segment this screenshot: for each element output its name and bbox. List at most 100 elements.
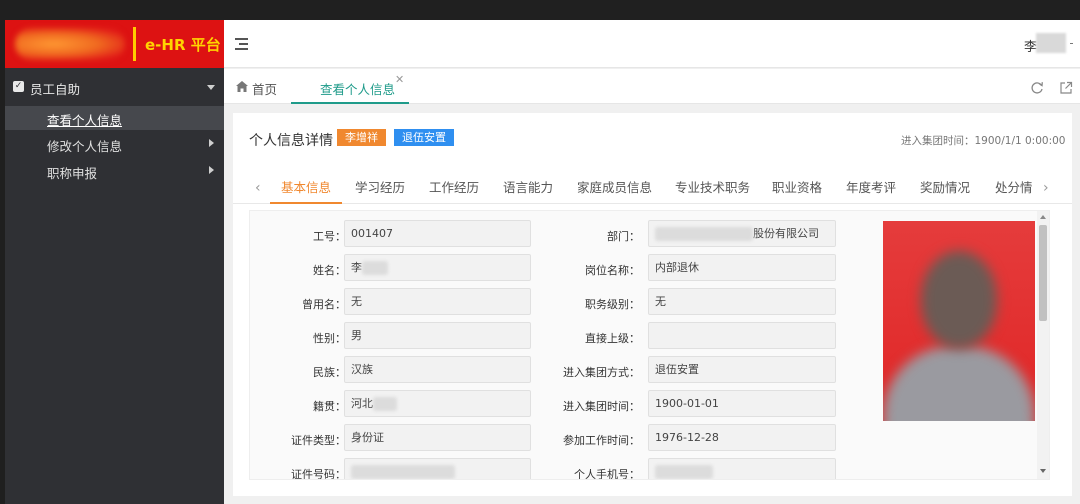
field-label: 证件类型：: [291, 434, 346, 447]
field-label: 工号：: [313, 230, 346, 243]
scrollbar[interactable]: [1037, 211, 1049, 479]
field-label: 姓名：: [313, 264, 346, 277]
subtab-work-history[interactable]: 工作经历: [418, 176, 490, 204]
top-bar: 李: [224, 20, 1080, 68]
subtab-awards[interactable]: 奖励情况: [909, 176, 981, 204]
form-row: 证件类型： 身份证 参加工作时间： 1976-12-28: [250, 424, 870, 454]
profile-card: 个人信息详情 李增祥 退伍安置 进入集团时间：1900/1/1 0:00:00 …: [233, 113, 1072, 496]
form-row: 证件号码： 个人手机号：: [250, 458, 870, 480]
status-badge: 退伍安置: [394, 129, 454, 146]
tab-view-profile[interactable]: 查看个人信息 ✕: [291, 69, 409, 104]
subtab-bar: ‹ 基本信息 学习经历 工作经历 语言能力 家庭成员信息 专业技术职务 职业资格…: [233, 170, 1072, 204]
form-panel: 工号： 001407 部门： 股份有限公司 姓名： 李 岗位名称： 内部退休 曾…: [249, 210, 1050, 480]
menu-toggle-icon[interactable]: [235, 38, 249, 50]
field-label: 参加工作时间：: [563, 434, 640, 447]
scroll-up-icon[interactable]: [1040, 215, 1046, 219]
employee-id-field[interactable]: 001407: [344, 220, 531, 247]
supervisor-field[interactable]: [648, 322, 836, 349]
redacted-text: [655, 465, 713, 479]
sidebar-item-label: 职称申报: [47, 166, 98, 181]
field-label: 民族：: [313, 366, 346, 379]
chevron-down-icon: [207, 85, 215, 90]
mobile-field[interactable]: [648, 458, 836, 479]
checkbox-icon: ✓: [13, 81, 24, 92]
field-label: 职务级别：: [585, 298, 640, 311]
sidebar-item-title-application[interactable]: 职称申报: [5, 159, 224, 183]
name-field[interactable]: 李: [344, 254, 531, 281]
logo: e-HR 平台: [5, 20, 224, 68]
form-row: 曾用名： 无 职务级别： 无: [250, 288, 870, 318]
app-window: e-HR 平台 ✓ 员工自助 查看个人信息 修改个人信息 职称申报 李 首页 查…: [0, 0, 1080, 504]
logo-image: [15, 28, 125, 60]
tab-home-label: 首页: [252, 82, 278, 97]
open-new-window-icon[interactable]: [1059, 81, 1073, 95]
field-label: 曾用名：: [302, 298, 346, 311]
form-row: 性别： 男 直接上级：: [250, 322, 870, 352]
native-place-value: 河北: [351, 397, 373, 410]
chevron-left-icon[interactable]: ‹: [255, 180, 261, 196]
field-label: 直接上级：: [585, 332, 640, 345]
subtab-language[interactable]: 语言能力: [492, 176, 564, 204]
chevron-right-icon: [209, 139, 214, 147]
field-label: 进入集团方式：: [563, 366, 640, 379]
name-badge: 李增祥: [337, 129, 386, 146]
department-field[interactable]: 股份有限公司: [648, 220, 836, 247]
field-label: 证件号码：: [291, 468, 346, 480]
subtab-annual-review[interactable]: 年度考评: [835, 176, 907, 204]
subtab-family[interactable]: 家庭成员信息: [566, 176, 663, 204]
native-place-field[interactable]: 河北: [344, 390, 531, 417]
subtab-professional-title[interactable]: 专业技术职务: [664, 176, 761, 204]
field-label: 个人手机号：: [574, 468, 640, 480]
tab-view-profile-label: 查看个人信息: [320, 82, 396, 97]
sidebar-item-view-profile[interactable]: 查看个人信息: [5, 106, 224, 130]
sidebar: e-HR 平台 ✓ 员工自助 查看个人信息 修改个人信息 职称申报: [5, 20, 224, 504]
ethnicity-field[interactable]: 汉族: [344, 356, 531, 383]
field-label: 性别：: [313, 332, 346, 345]
close-icon[interactable]: ✕: [395, 73, 404, 86]
job-level-field[interactable]: 无: [648, 288, 836, 315]
field-label: 部门：: [607, 230, 640, 243]
chevron-right-icon[interactable]: ›: [1043, 180, 1049, 196]
chevron-right-icon: [209, 166, 214, 174]
main-area: 李 首页 查看个人信息 ✕ 个人信息详情 李增祥 退伍安置 进入集团时间：190…: [224, 20, 1080, 504]
form-row: 籍贯： 河北 进入集团时间： 1900-01-01: [250, 390, 870, 420]
subtab-basic-info[interactable]: 基本信息: [270, 176, 343, 204]
redacted-text: [655, 227, 753, 241]
sidebar-item-edit-profile[interactable]: 修改个人信息: [5, 132, 224, 156]
join-method-field[interactable]: 退伍安置: [648, 356, 836, 383]
logo-text: e-HR 平台: [145, 36, 221, 54]
subtab-qualification[interactable]: 职业资格: [761, 176, 833, 204]
user-name-redacted: [1036, 33, 1066, 53]
gender-field[interactable]: 男: [344, 322, 531, 349]
scroll-down-icon[interactable]: [1040, 469, 1046, 473]
sidebar-group-employee-self-service[interactable]: ✓ 员工自助: [5, 72, 224, 102]
position-field[interactable]: 内部退休: [648, 254, 836, 281]
refresh-icon[interactable]: [1030, 81, 1044, 95]
redacted-text: [362, 261, 388, 275]
scrollbar-thumb[interactable]: [1039, 225, 1047, 321]
redacted-text: [373, 397, 397, 411]
sidebar-group-label: 员工自助: [30, 82, 81, 97]
form-row: 民族： 汉族 进入集团方式： 退伍安置: [250, 356, 870, 386]
join-time: 进入集团时间：1900/1/1 0:00:00: [901, 135, 1066, 147]
home-icon: [236, 81, 248, 92]
field-label: 岗位名称：: [585, 264, 640, 277]
top-strip: [0, 0, 1080, 20]
field-label: 进入集团时间：: [563, 400, 640, 413]
sidebar-item-label: 修改个人信息: [47, 139, 123, 154]
profile-photo: [883, 221, 1035, 421]
redacted-text: [351, 465, 455, 479]
id-type-field[interactable]: 身份证: [344, 424, 531, 451]
id-number-field[interactable]: [344, 458, 531, 479]
tab-bar: 首页 查看个人信息 ✕: [224, 69, 1080, 104]
sidebar-item-label: 查看个人信息: [47, 113, 123, 128]
work-start-date-field[interactable]: 1976-12-28: [648, 424, 836, 451]
subtab-discipline[interactable]: 处分情: [984, 176, 1042, 204]
logo-divider: [133, 27, 136, 61]
form-row: 工号： 001407 部门： 股份有限公司: [250, 220, 870, 250]
join-date-field[interactable]: 1900-01-01: [648, 390, 836, 417]
former-name-field[interactable]: 无: [344, 288, 531, 315]
user-menu-caret-icon[interactable]: [1070, 43, 1073, 44]
form-row: 姓名： 李 岗位名称： 内部退休: [250, 254, 870, 284]
subtab-education[interactable]: 学习经历: [344, 176, 416, 204]
